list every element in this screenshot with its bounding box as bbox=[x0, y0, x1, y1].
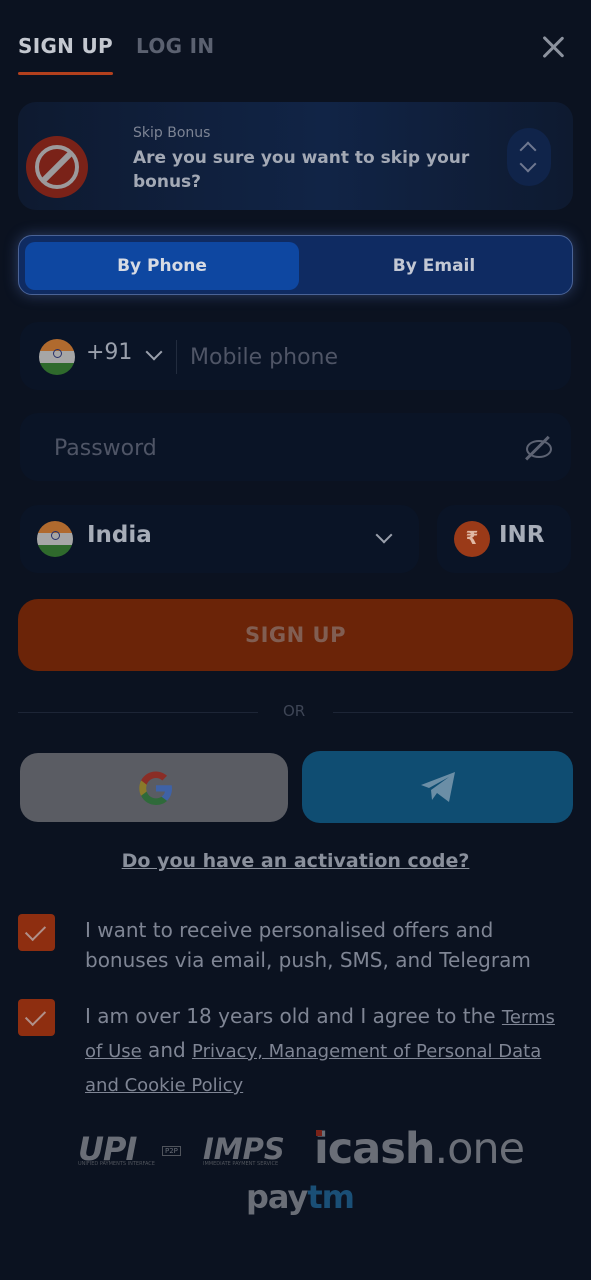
skip-bonus-card: Skip Bonus Are you sure you want to skip… bbox=[18, 102, 573, 210]
offers-checkbox[interactable] bbox=[18, 914, 55, 951]
mobile-phone-input[interactable] bbox=[188, 338, 552, 376]
signup-button[interactable]: SIGN UP bbox=[18, 599, 573, 671]
icash-main: icash bbox=[314, 1124, 435, 1174]
age-consent-prefix: I am over 18 years old and I agree to th… bbox=[85, 1004, 502, 1028]
offers-consent-text: I want to receive personalised offers an… bbox=[85, 918, 531, 972]
bonus-stepper[interactable] bbox=[507, 128, 551, 186]
google-signin-button[interactable] bbox=[20, 753, 288, 822]
chevron-down-icon bbox=[375, 526, 393, 544]
upi-subtitle: UNIFIED PAYMENTS INTERFACE bbox=[78, 1161, 155, 1167]
icash-logo: icash.one bbox=[314, 1124, 525, 1174]
method-by-email[interactable]: By Email bbox=[301, 242, 567, 290]
divider-line bbox=[333, 712, 573, 713]
eye-off-icon[interactable] bbox=[524, 433, 552, 461]
bonus-question: Are you sure you want to skip your bonus… bbox=[133, 148, 470, 192]
age-consent-and: and bbox=[141, 1038, 193, 1062]
currency-select[interactable]: ₹ INR bbox=[437, 505, 571, 573]
divider bbox=[176, 340, 177, 374]
method-by-phone[interactable]: By Phone bbox=[25, 242, 299, 290]
country-name: India bbox=[87, 522, 152, 548]
india-flag-icon bbox=[39, 339, 75, 375]
country-select[interactable]: India bbox=[20, 505, 419, 573]
close-icon[interactable] bbox=[535, 30, 571, 66]
activation-code-link[interactable]: Do you have an activation code? bbox=[0, 850, 591, 872]
divider-line bbox=[18, 712, 258, 713]
auth-tabs: SIGN UP LOG IN bbox=[18, 30, 578, 80]
dial-code-selector[interactable]: +91 bbox=[86, 340, 132, 365]
telegram-signin-button[interactable] bbox=[302, 751, 573, 823]
tab-login[interactable]: LOG IN bbox=[136, 34, 214, 58]
password-input[interactable] bbox=[52, 429, 496, 467]
telegram-icon bbox=[421, 772, 455, 802]
bonus-title: Skip Bonus bbox=[133, 125, 211, 141]
google-icon bbox=[139, 771, 172, 805]
paytm-tm: tm bbox=[307, 1178, 355, 1216]
chevron-down-icon[interactable] bbox=[519, 155, 537, 173]
india-flag-icon bbox=[37, 521, 73, 557]
tab-signup[interactable]: SIGN UP bbox=[18, 34, 113, 75]
password-field bbox=[20, 413, 571, 481]
or-divider-text: OR bbox=[283, 702, 306, 720]
paytm-pay: pay bbox=[246, 1178, 308, 1216]
payment-logos: UPI P2P UNIFIED PAYMENTS INTERFACE IMPS … bbox=[0, 1124, 591, 1230]
rupee-icon: ₹ bbox=[454, 521, 490, 557]
currency-code: INR bbox=[499, 522, 545, 548]
paytm-logo: paytm bbox=[246, 1178, 355, 1216]
icash-dot bbox=[316, 1130, 322, 1136]
phone-field: +91 bbox=[20, 322, 571, 390]
icash-suffix: .one bbox=[434, 1124, 525, 1174]
upi-p2p-badge: P2P bbox=[162, 1146, 181, 1156]
age-terms-checkbox[interactable] bbox=[18, 999, 55, 1036]
imps-subtitle: IMMEDIATE PAYMENT SERVICE bbox=[203, 1161, 279, 1167]
prohibited-icon bbox=[26, 136, 88, 198]
age-consent-text: I am over 18 years old and I agree to th… bbox=[85, 1000, 575, 1102]
registration-method-toggle: By Phone By Email bbox=[18, 235, 573, 295]
chevron-down-icon[interactable] bbox=[145, 343, 163, 361]
